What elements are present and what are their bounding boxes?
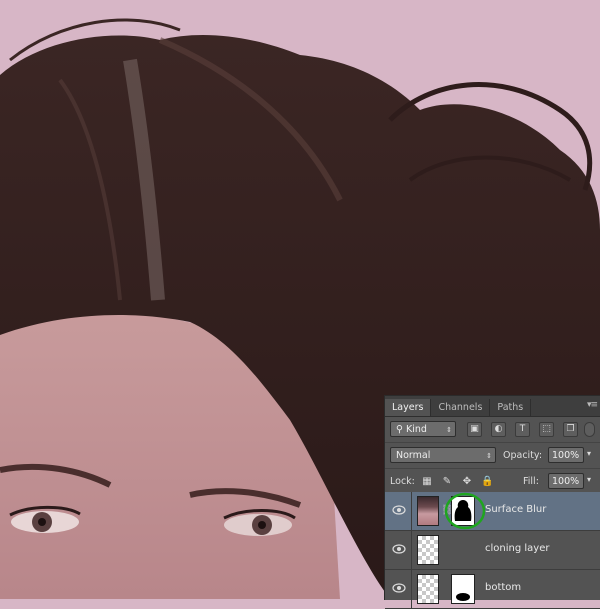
opacity-field[interactable]: 100% xyxy=(548,447,584,463)
opacity-dropdown-icon[interactable]: ▾ xyxy=(587,449,591,458)
panel-tabs: Layers Channels Paths ▾≡ xyxy=(385,396,600,417)
panel-menu-icon[interactable]: ▾≡ xyxy=(587,400,598,410)
layer-name: bottom xyxy=(485,582,522,593)
blend-mode-value: Normal xyxy=(396,450,431,461)
tab-layers[interactable]: Layers xyxy=(385,399,432,416)
tab-channels[interactable]: Channels xyxy=(431,399,491,416)
lock-transparent-icon[interactable]: ▦ xyxy=(421,476,433,488)
smart-object-filter-icon[interactable]: ❐ xyxy=(563,422,578,437)
fill-dropdown-icon[interactable]: ▾ xyxy=(587,475,591,484)
type-filter-icon[interactable]: T xyxy=(515,422,530,437)
adjustment-filter-icon[interactable]: ◐ xyxy=(491,422,506,437)
layer-bottom[interactable]: bottom xyxy=(385,570,600,609)
filter-toggle-icon[interactable] xyxy=(584,422,595,437)
magnifier-icon: ⚲ xyxy=(396,424,406,435)
layer-divider xyxy=(411,492,412,530)
fill-field[interactable]: 100% xyxy=(548,473,584,489)
layer-name: Surface Blur xyxy=(485,504,547,515)
layer-name: cloning layer xyxy=(485,543,550,554)
annotation-circle-icon xyxy=(444,492,486,530)
opacity-value: 100% xyxy=(552,450,580,461)
lock-position-icon[interactable]: ✥ xyxy=(461,476,473,488)
layer-cloning-layer[interactable]: cloning layer xyxy=(385,531,600,570)
select-arrows-icon: ⇕ xyxy=(446,426,452,434)
lock-all-icon[interactable]: 🔒 xyxy=(481,476,493,488)
layer-surface-blur[interactable]: ⛓ Surface Blur xyxy=(385,492,600,531)
layer-mask-thumbnail[interactable] xyxy=(451,574,475,604)
visibility-eye-icon[interactable] xyxy=(392,544,406,554)
layer-thumbnail xyxy=(417,496,439,526)
visibility-eye-icon[interactable] xyxy=(392,583,406,593)
opacity-label: Opacity: xyxy=(503,450,543,461)
visibility-eye-icon[interactable] xyxy=(392,505,406,515)
blend-row: Normal ⇕ Opacity: 100% ▾ xyxy=(385,443,600,469)
select-arrows-icon: ⇕ xyxy=(486,452,492,460)
layer-thumbnail xyxy=(417,574,439,604)
layer-thumbnail xyxy=(417,535,439,565)
lock-label: Lock: xyxy=(390,476,415,487)
fill-value: 100% xyxy=(552,476,580,487)
filter-kind-label: Kind xyxy=(405,424,427,435)
shape-filter-icon[interactable]: ⬚ xyxy=(539,422,554,437)
layer-divider xyxy=(411,531,412,569)
filter-row: ⚲ Kind ⇕ ▣ ◐ T ⬚ ❐ xyxy=(385,417,600,443)
layers-panel: Layers Channels Paths ▾≡ ⚲ Kind ⇕ ▣ ◐ T … xyxy=(384,395,600,609)
fill-label: Fill: xyxy=(523,476,539,487)
layer-divider xyxy=(411,570,412,608)
tab-paths[interactable]: Paths xyxy=(490,399,532,416)
blend-mode-select[interactable]: Normal ⇕ xyxy=(390,447,496,463)
filter-kind-select[interactable]: ⚲ Kind ⇕ xyxy=(390,421,456,437)
image-filter-icon[interactable]: ▣ xyxy=(467,422,482,437)
lock-image-icon[interactable]: ✎ xyxy=(441,476,453,488)
